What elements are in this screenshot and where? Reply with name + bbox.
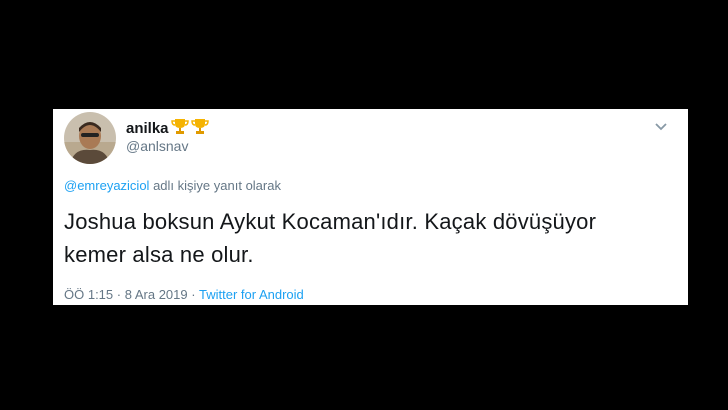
avatar-photo bbox=[64, 112, 116, 164]
tweet-source-link[interactable]: Twitter for Android bbox=[199, 287, 304, 302]
reply-context: @emreyaziciol adlı kişiye yanıt olarak bbox=[64, 178, 281, 193]
reply-suffix: adlı kişiye yanıt olarak bbox=[153, 178, 281, 193]
display-name-text: anilka bbox=[126, 119, 169, 137]
meta-separator: · bbox=[116, 287, 122, 302]
display-name[interactable]: anilka bbox=[126, 117, 209, 139]
chevron-down-icon[interactable] bbox=[654, 119, 668, 131]
tweet-text: Joshua boksun Aykut Kocaman'ıdır. Kaçak … bbox=[64, 205, 674, 271]
tweet-text-line: kemer alsa ne olur. bbox=[64, 242, 254, 267]
trophy-icon bbox=[170, 117, 189, 139]
avatar[interactable] bbox=[64, 112, 116, 164]
tweet-text-line: Joshua boksun Aykut Kocaman'ıdır. Kaçak … bbox=[64, 209, 597, 234]
tweet-time[interactable]: ÖÖ 1:15 bbox=[64, 287, 113, 302]
reply-mention-link[interactable]: @emreyaziciol bbox=[64, 178, 149, 193]
tweet-meta: ÖÖ 1:15 · 8 Ara 2019 · Twitter for Andro… bbox=[64, 287, 304, 302]
tweet-card: anilka @anlsnav @emreyaziciol adlı kişiy… bbox=[53, 109, 688, 305]
tweet-date[interactable]: 8 Ara 2019 bbox=[125, 287, 188, 302]
trophy-icon bbox=[190, 117, 209, 139]
user-handle[interactable]: @anlsnav bbox=[126, 138, 188, 154]
meta-separator: · bbox=[191, 287, 196, 302]
